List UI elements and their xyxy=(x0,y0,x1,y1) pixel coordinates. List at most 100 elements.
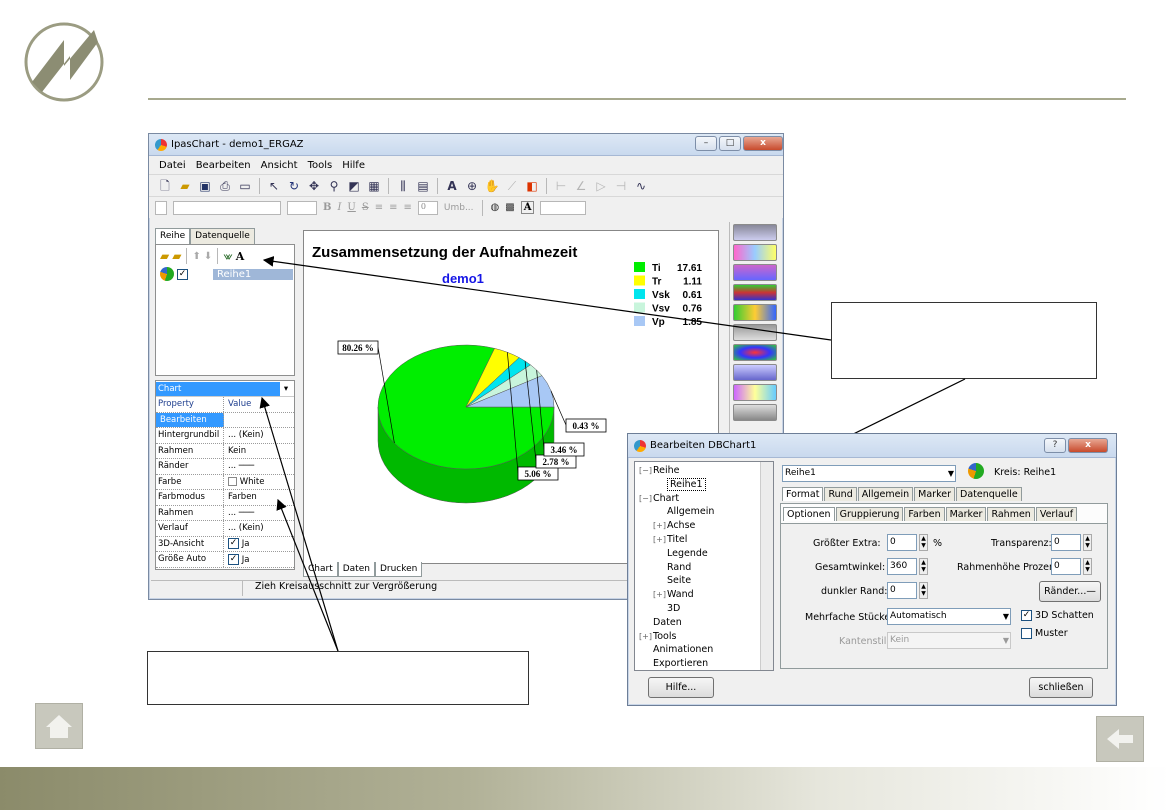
move-down-icon[interactable]: ⬇ xyxy=(204,251,212,262)
tree-item[interactable]: Rand xyxy=(653,562,691,573)
tree-item[interactable]: [+]Titel xyxy=(653,534,687,545)
tree-item[interactable]: Daten xyxy=(639,617,682,628)
prop-value[interactable]: ... (Kein) xyxy=(224,523,264,533)
prop-value[interactable]: Kein xyxy=(224,446,246,456)
table-row[interactable]: Bearbeiten xyxy=(156,412,294,428)
tab-verlauf[interactable]: Verlauf xyxy=(1035,507,1078,521)
add-series-icon[interactable]: ▰ xyxy=(160,249,169,263)
move-icon[interactable]: ✥ xyxy=(306,178,322,194)
gallery-thumb[interactable] xyxy=(733,324,777,341)
strike-icon[interactable]: S xyxy=(362,202,369,213)
back-button[interactable] xyxy=(1096,716,1144,762)
menu-datei[interactable]: Datei xyxy=(159,160,186,171)
tab-rund[interactable]: Rund xyxy=(824,487,857,501)
align-right-icon[interactable]: ≡ xyxy=(403,202,411,213)
series-select[interactable]: Reihe1 ▼ xyxy=(782,465,956,482)
table-row[interactable]: Rahmen Kein xyxy=(156,443,294,459)
list-item[interactable]: ✓ Reihe1 xyxy=(156,267,294,281)
table-row[interactable]: Größe Auto ✓ Ja xyxy=(156,552,294,568)
print-preview-icon[interactable]: ▭ xyxy=(237,178,253,194)
nav-prev-icon[interactable]: ∠ xyxy=(573,178,589,194)
tab-gruppierung[interactable]: Gruppierung xyxy=(835,507,904,521)
nav-next-icon[interactable]: ▷ xyxy=(593,178,609,194)
align-center-icon[interactable]: ≡ xyxy=(389,202,397,213)
open-icon[interactable]: ▰ xyxy=(177,178,193,194)
nav-first-icon[interactable]: ⊢ xyxy=(553,178,569,194)
table-row[interactable]: Farbe White xyxy=(156,474,294,490)
muster-checkbox[interactable]: Muster xyxy=(1021,628,1068,639)
prop-value[interactable]: ✓ Ja xyxy=(224,553,249,565)
table-row[interactable]: Ränder... ─── xyxy=(156,459,294,475)
color-icon[interactable]: ◧ xyxy=(524,178,540,194)
prop-value[interactable]: ✓ Ja xyxy=(224,538,249,550)
zoom-in-icon[interactable]: ⊕ xyxy=(464,178,480,194)
menu-hilfe[interactable]: Hilfe xyxy=(342,160,365,171)
object-selector[interactable]: Chart xyxy=(156,381,280,396)
zoom-dropdown[interactable] xyxy=(540,200,587,215)
grid-icon[interactable]: ▦ xyxy=(366,178,382,194)
prop-value[interactable]: White xyxy=(224,476,264,487)
tree-scrollbar[interactable] xyxy=(760,462,773,670)
text-format-icon[interactable]: A xyxy=(520,201,535,214)
table-row[interactable]: Rahmen... ─── xyxy=(156,505,294,521)
hand-icon[interactable]: ✋ xyxy=(484,178,500,194)
tab-chart[interactable]: Chart xyxy=(303,562,338,577)
prop-value[interactable]: ... ─── xyxy=(224,461,254,471)
menu-tools[interactable]: Tools xyxy=(308,160,333,171)
tab-reihe[interactable]: Reihe xyxy=(155,228,191,244)
gallery-thumb[interactable] xyxy=(733,264,777,281)
font-name-dropdown[interactable] xyxy=(173,200,281,215)
tab-drucken[interactable]: Drucken xyxy=(374,562,423,577)
groesster-extra-spinner[interactable]: ▲ ▼ xyxy=(919,534,928,551)
pattern-icon[interactable]: ▩ xyxy=(505,202,514,213)
tab-datenquelle[interactable]: Datenquelle xyxy=(956,487,1022,501)
table-row[interactable]: Verlauf... (Kein) xyxy=(156,521,294,537)
font-icon[interactable]: A xyxy=(444,178,460,194)
color-swatch[interactable] xyxy=(155,200,167,215)
tab-marker[interactable]: Marker xyxy=(914,487,955,501)
raender-button[interactable]: Ränder...— xyxy=(1039,581,1101,602)
tree-item[interactable]: Seite xyxy=(653,575,691,586)
move-up-icon[interactable]: ⬆ xyxy=(192,251,200,262)
tab-daten[interactable]: Daten xyxy=(337,562,375,577)
menu-ansicht[interactable]: Ansicht xyxy=(261,160,298,171)
tree-item[interactable]: Animationen xyxy=(639,644,713,655)
edit-series-icon[interactable]: ⫼ xyxy=(395,178,411,194)
tab-allgemein[interactable]: Allgemein xyxy=(857,487,914,501)
tab-marker-2[interactable]: Marker xyxy=(945,507,987,521)
rahmenhoehe-spinner[interactable]: ▲ ▼ xyxy=(1083,558,1092,575)
zoom-icon[interactable]: ⚲ xyxy=(326,178,342,194)
table-row[interactable]: Farbmodus Farben xyxy=(156,490,294,506)
bold-icon[interactable]: B xyxy=(323,202,331,213)
tab-format[interactable]: Format xyxy=(782,487,824,501)
gallery-thumb[interactable] xyxy=(733,284,777,301)
table-row[interactable]: 3D-Ansicht ✓ Ja xyxy=(156,536,294,552)
palette-icon[interactable]: ◍ xyxy=(491,202,500,213)
tab-optionen[interactable]: Optionen xyxy=(783,507,835,521)
align-left-icon[interactable]: ≡ xyxy=(375,202,383,213)
gallery-thumb[interactable] xyxy=(733,224,777,241)
gallery-thumb[interactable] xyxy=(733,344,777,361)
close-button[interactable]: x xyxy=(743,136,783,151)
prop-value[interactable]: Farben xyxy=(224,492,257,502)
help-button[interactable]: Hilfe... xyxy=(648,677,714,698)
underline-icon[interactable]: U xyxy=(347,202,355,213)
delete-series-icon[interactable]: ▰ xyxy=(172,249,181,263)
tree-item[interactable]: [+]Tools xyxy=(639,631,676,642)
table-row[interactable]: Hintergrundbil... (Kein) xyxy=(156,428,294,444)
menu-bearbeiten[interactable]: Bearbeiten xyxy=(196,160,251,171)
font-size-dropdown[interactable] xyxy=(287,200,317,215)
help-icon[interactable]: ? xyxy=(1044,438,1066,453)
edit-chart-icon[interactable]: ⩖ xyxy=(223,249,232,264)
wrap-button[interactable]: Umb... xyxy=(444,203,474,213)
3d-icon[interactable]: ◩ xyxy=(346,178,362,194)
nav-last-icon[interactable]: ⊣ xyxy=(613,178,629,194)
tree-item[interactable]: [+]Wand xyxy=(653,589,694,600)
tab-datenquelle[interactable]: Datenquelle xyxy=(190,228,255,244)
home-button[interactable] xyxy=(35,703,83,749)
groesster-extra-input[interactable]: 0 xyxy=(887,534,917,551)
gallery-thumb[interactable] xyxy=(733,404,777,421)
gesamtwinkel-input[interactable]: 360 xyxy=(887,558,917,575)
tree-item[interactable]: Allgemein xyxy=(653,506,714,517)
data-icon[interactable]: ▤ xyxy=(415,178,431,194)
